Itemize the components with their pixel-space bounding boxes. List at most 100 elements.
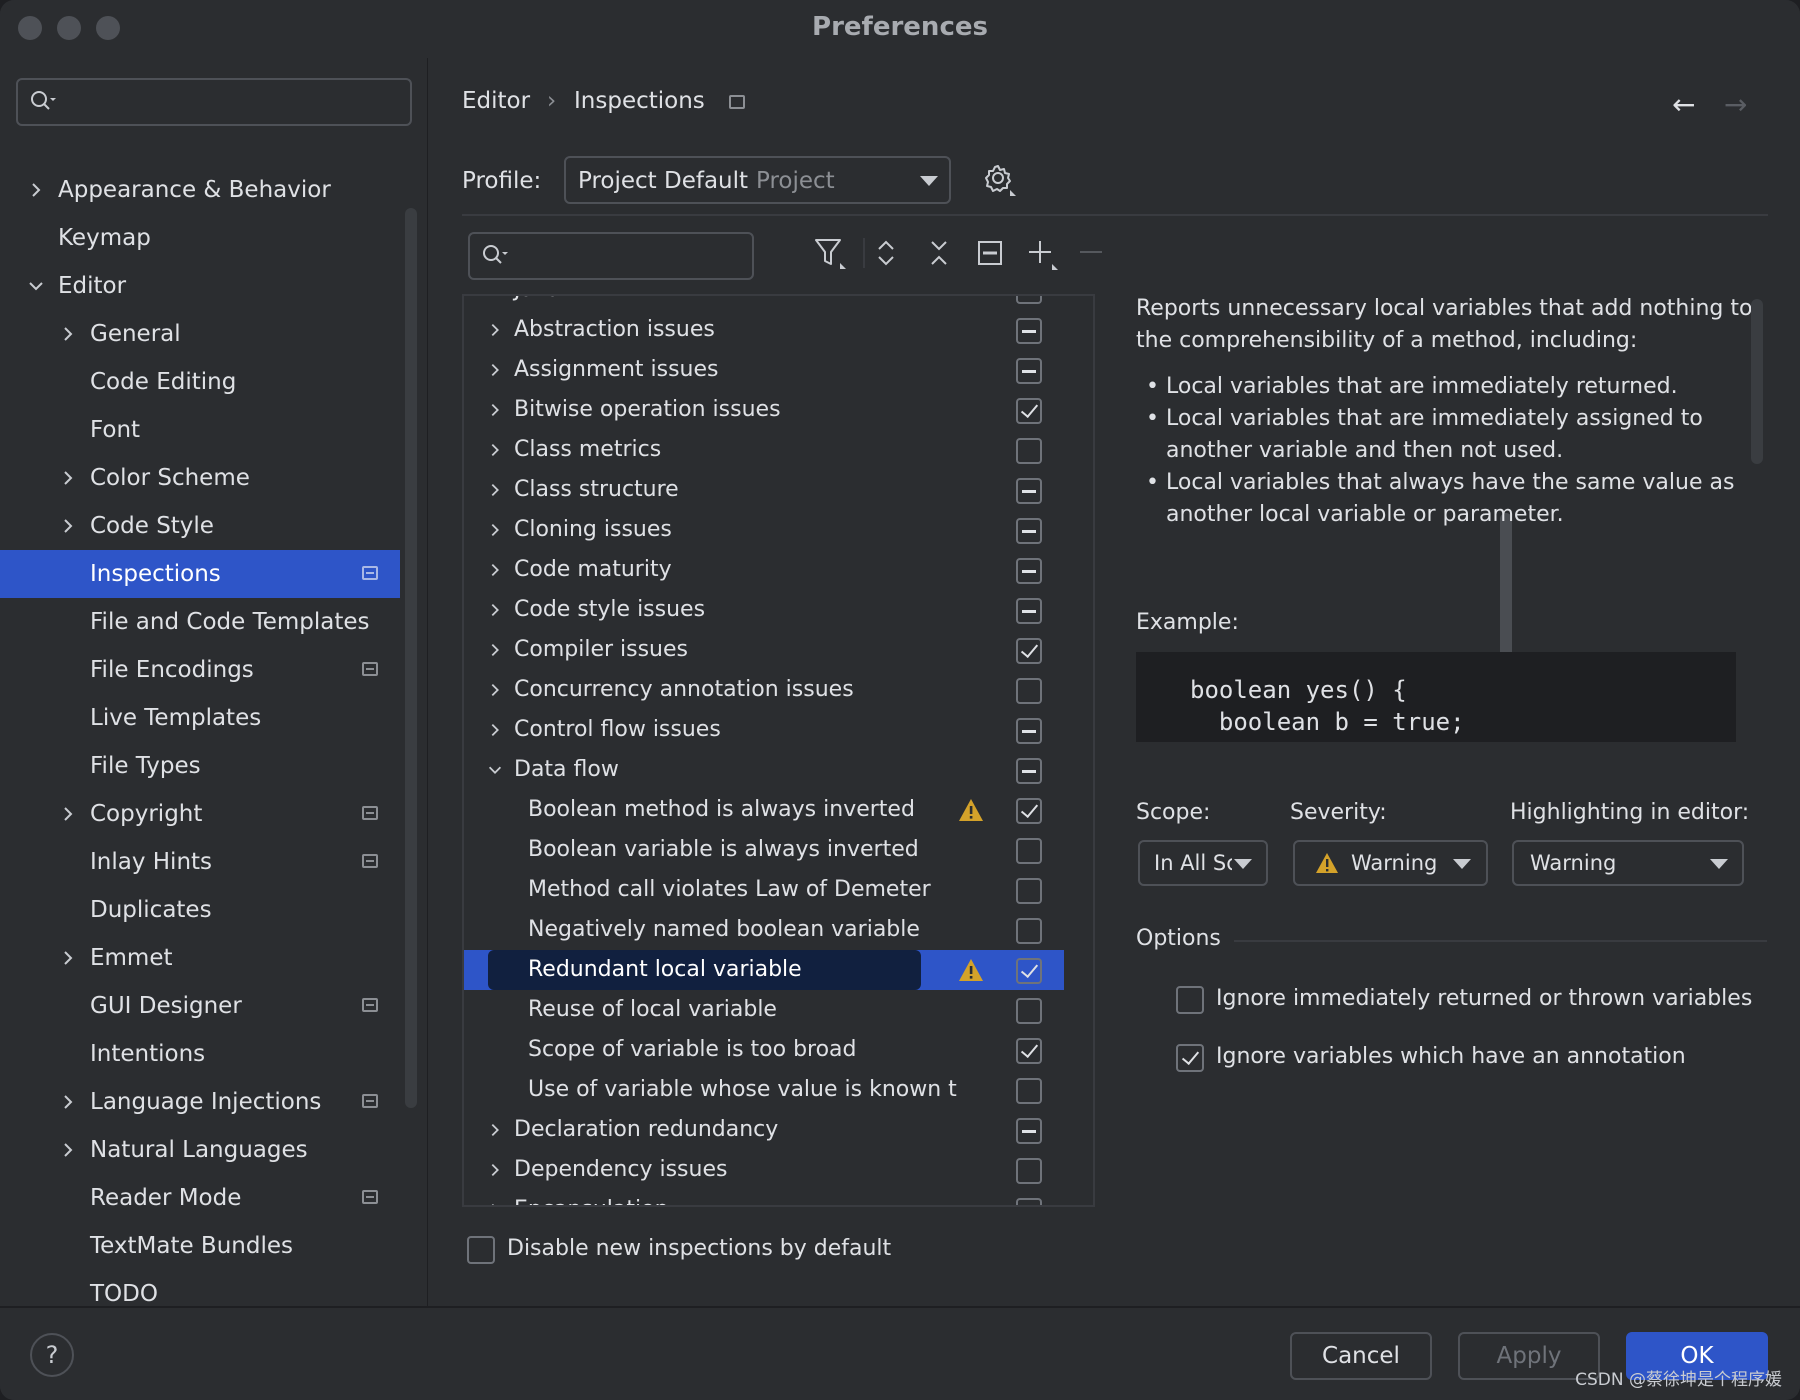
chevron-right-icon[interactable] [58, 324, 78, 344]
inspection-row[interactable]: Dependency issues [464, 1150, 1064, 1190]
option-checkbox[interactable] [1176, 1044, 1204, 1072]
highlighting-dropdown[interactable]: Warning [1512, 840, 1744, 886]
inspection-row[interactable]: Compiler issues [464, 630, 1064, 670]
sidebar-item[interactable]: General [0, 310, 400, 358]
inspection-checkbox[interactable] [1016, 958, 1042, 984]
chevron-right-icon[interactable] [58, 1140, 78, 1160]
inspection-row[interactable]: Assignment issues [464, 350, 1064, 390]
sidebar-item[interactable]: Keymap [0, 214, 400, 262]
inspection-checkbox[interactable] [1016, 518, 1042, 544]
sidebar-item[interactable]: Code Editing [0, 358, 400, 406]
inspection-checkbox[interactable] [1016, 758, 1042, 784]
chevron-right-icon[interactable] [486, 1161, 504, 1179]
cancel-button[interactable]: Cancel [1290, 1332, 1432, 1380]
reset-to-default-icon[interactable] [973, 236, 1007, 270]
chevron-right-icon[interactable] [58, 948, 78, 968]
inspection-checkbox[interactable] [1016, 1198, 1042, 1205]
inspection-row[interactable]: Negatively named boolean variable [464, 910, 1064, 950]
chevron-right-icon[interactable] [486, 1121, 504, 1139]
inspection-row[interactable]: Control flow issues [464, 710, 1064, 750]
help-button[interactable]: ? [30, 1333, 74, 1377]
inspection-row[interactable]: Reuse of local variable [464, 990, 1064, 1030]
sidebar-item[interactable]: File Encodings [0, 646, 400, 694]
chevron-right-icon[interactable] [486, 521, 504, 539]
inspection-row[interactable]: Concurrency annotation issues [464, 670, 1064, 710]
sidebar-item[interactable]: Copyright [0, 790, 400, 838]
inspection-checkbox[interactable] [1016, 438, 1042, 464]
inspection-checkbox[interactable] [1016, 598, 1042, 624]
inspection-checkbox[interactable] [1016, 638, 1042, 664]
chevron-right-icon[interactable] [486, 401, 504, 419]
sidebar-item[interactable]: Code Style [0, 502, 400, 550]
collapse-all-icon[interactable] [922, 236, 956, 270]
sidebar-item[interactable]: Reader Mode [0, 1174, 400, 1222]
inspection-checkbox[interactable] [1016, 1038, 1042, 1064]
inspection-row[interactable]: Class metrics [464, 430, 1064, 470]
chevron-right-icon[interactable] [486, 321, 504, 339]
back-arrow-icon[interactable]: ← [1672, 88, 1695, 121]
chevron-right-icon[interactable] [486, 641, 504, 659]
inspection-row[interactable]: Boolean method is always inverted [464, 790, 1064, 830]
sidebar-item[interactable]: File Types [0, 742, 400, 790]
sidebar-item[interactable]: Emmet [0, 934, 400, 982]
inspection-row[interactable]: Class structure [464, 470, 1064, 510]
chevron-right-icon[interactable] [58, 1092, 78, 1112]
inspection-checkbox[interactable] [1016, 1078, 1042, 1104]
inspection-checkbox[interactable] [1016, 296, 1042, 304]
chevron-right-icon[interactable] [486, 1201, 504, 1207]
inspection-row[interactable]: Method call violates Law of Demeter [464, 870, 1064, 910]
inspection-checkbox[interactable] [1016, 918, 1042, 944]
inspection-checkbox[interactable] [1016, 878, 1042, 904]
chevron-right-icon[interactable] [486, 681, 504, 699]
sidebar-item[interactable]: Appearance & Behavior [0, 166, 400, 214]
profile-dropdown[interactable]: Project Default Project [564, 156, 951, 204]
inspection-row[interactable]: Redundant local variable [464, 950, 1064, 990]
expand-all-icon[interactable] [869, 236, 903, 270]
sidebar-item[interactable]: Intentions [0, 1030, 400, 1078]
chevron-down-icon[interactable] [486, 761, 504, 779]
inspection-row[interactable]: Boolean variable is always inverted [464, 830, 1064, 870]
sidebar-item[interactable]: Inlay Hints [0, 838, 400, 886]
remove-icon[interactable] [1075, 236, 1109, 270]
sidebar-item[interactable]: Live Templates [0, 694, 400, 742]
sidebar-item[interactable]: Language Injections [0, 1078, 400, 1126]
inspection-checkbox[interactable] [1016, 718, 1042, 744]
chevron-right-icon[interactable] [58, 468, 78, 488]
sidebar-search-input[interactable] [16, 78, 412, 126]
sidebar-item[interactable]: Editor [0, 262, 400, 310]
gear-icon[interactable] [982, 162, 1018, 198]
sidebar-item[interactable]: Color Scheme [0, 454, 400, 502]
sidebar-item[interactable]: Duplicates [0, 886, 400, 934]
inspection-row[interactable]: Scope of variable is too broad [464, 1030, 1064, 1070]
inspection-row[interactable]: Use of variable whose value is known t [464, 1070, 1064, 1110]
inspection-checkbox[interactable] [1016, 1158, 1042, 1184]
inspection-checkbox[interactable] [1016, 558, 1042, 584]
inspection-checkbox[interactable] [1016, 1118, 1042, 1144]
inspection-row[interactable]: Abstraction issues [464, 310, 1064, 350]
chevron-down-icon[interactable] [486, 294, 504, 299]
inspection-row[interactable]: Data flow [464, 750, 1064, 790]
filter-icon[interactable] [813, 236, 847, 270]
inspection-row[interactable]: Encapsulation [464, 1190, 1064, 1207]
forward-arrow-icon[interactable]: → [1724, 88, 1747, 121]
inspection-row[interactable]: Code style issues [464, 590, 1064, 630]
breadcrumb-editor[interactable]: Editor [462, 88, 530, 114]
inspection-checkbox[interactable] [1016, 798, 1042, 824]
sidebar-item[interactable]: Font [0, 406, 400, 454]
description-scrollbar[interactable] [1751, 299, 1763, 464]
inspection-row[interactable]: Cloning issues [464, 510, 1064, 550]
inspection-row[interactable]: Declaration redundancy [464, 1110, 1064, 1150]
sidebar-item[interactable]: GUI Designer [0, 982, 400, 1030]
chevron-right-icon[interactable] [58, 804, 78, 824]
inspection-checkbox[interactable] [1016, 998, 1042, 1024]
chevron-down-icon[interactable] [26, 276, 46, 296]
chevron-right-icon[interactable] [486, 441, 504, 459]
sidebar-item[interactable]: Inspections [0, 550, 400, 598]
scope-dropdown[interactable]: In All Scopes [1138, 840, 1268, 886]
inspection-row[interactable]: Bitwise operation issues [464, 390, 1064, 430]
chevron-right-icon[interactable] [486, 561, 504, 579]
add-icon[interactable] [1024, 236, 1058, 270]
inspection-checkbox[interactable] [1016, 478, 1042, 504]
inspections-search-input[interactable] [468, 232, 754, 280]
inspection-checkbox[interactable] [1016, 358, 1042, 384]
